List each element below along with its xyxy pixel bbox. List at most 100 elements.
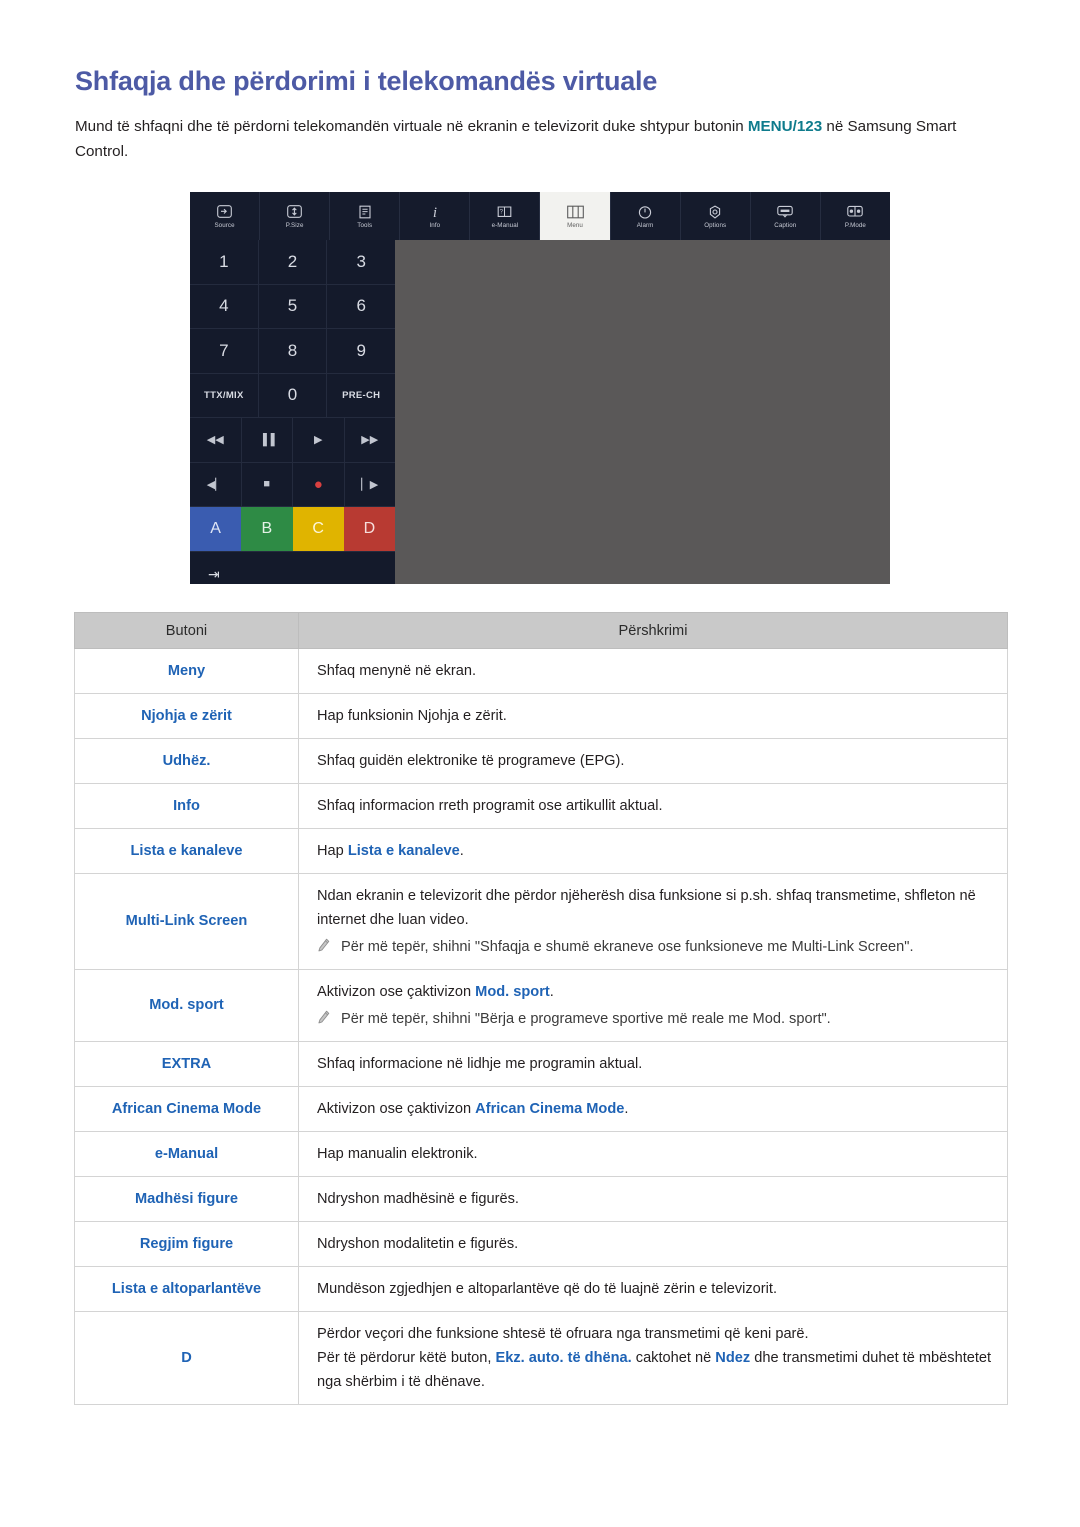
table-row: Info Shfaq informacion rreth programit o…	[74, 783, 1008, 829]
toolbar-item-options[interactable]: Options	[681, 192, 751, 240]
desc-link-mod-sport[interactable]: Mod. sport	[475, 984, 550, 1000]
table-row: EXTRA Shfaq informacione në lidhje me pr…	[74, 1041, 1008, 1087]
key-9[interactable]: 9	[327, 329, 395, 373]
desc-link-african-cinema-mode[interactable]: African Cinema Mode	[475, 1101, 624, 1117]
note-block: Për më tepër, shihni "Shfaqja e shumë ek…	[317, 935, 993, 959]
row-description: Përdor veçori dhe funksione shtesë të of…	[298, 1311, 1008, 1405]
table-row: Regjim figure Ndryshon modalitetin e fig…	[74, 1221, 1008, 1267]
toolbar-label: Info	[429, 222, 441, 229]
key-5[interactable]: 5	[259, 284, 328, 328]
fast-forward-icon[interactable]: ▶▶	[345, 418, 396, 462]
media-row-2: ◀▏ ■ ● ▏▶	[190, 462, 396, 507]
remote-toolbar: Source P.Size Tools i Info ? e-Manual Me…	[190, 192, 890, 240]
intro-paragraph: Mund të shfaqni dhe të përdorni telekoma…	[75, 114, 1010, 164]
key-1[interactable]: 1	[190, 240, 259, 284]
stop-icon[interactable]: ■	[242, 462, 293, 506]
row-description: Aktivizon ose çaktivizon African Cinema …	[298, 1086, 1008, 1132]
note-block: Për më tepër, shihni "Bërja e programeve…	[317, 1007, 993, 1031]
toolbar-item-tools[interactable]: Tools	[330, 192, 401, 240]
toolbar-item-psize[interactable]: P.Size	[260, 192, 331, 240]
table-row: Meny Shfaq menynë në ekran.	[74, 648, 1008, 694]
pencil-icon	[317, 1007, 337, 1025]
svg-text:i: i	[433, 205, 437, 220]
next-icon[interactable]: ▏▶	[345, 463, 396, 507]
alarm-icon	[638, 202, 652, 221]
pencil-icon	[317, 935, 337, 953]
toolbar-item-source[interactable]: Source	[190, 192, 261, 240]
row-button-label: Mod. sport	[74, 969, 299, 1042]
toolbar-item-menu[interactable]: Menu	[540, 192, 611, 240]
key-pre-ch[interactable]: PRE-CH	[327, 374, 395, 418]
row-description: Shfaq menynë në ekran.	[298, 648, 1008, 694]
key-3[interactable]: 3	[327, 240, 395, 284]
play-icon[interactable]: ▶	[293, 418, 345, 462]
desc-pre: Hap	[317, 843, 348, 859]
menu-icon	[566, 202, 584, 221]
picture-mode-icon	[847, 202, 864, 221]
toolbar-label: P.Mode	[844, 222, 866, 229]
previous-icon[interactable]: ◀▏	[190, 462, 242, 506]
toolbar-label: Caption	[774, 222, 797, 229]
desc-mid: caktohet në	[631, 1350, 716, 1366]
row-button-label: Lista e kanaleve	[74, 828, 299, 874]
color-button-a[interactable]: A	[190, 507, 242, 551]
table-row: Lista e kanaleve Hap Lista e kanaleve.	[74, 828, 1008, 874]
desc-link-ekz-auto-te-dhena[interactable]: Ekz. auto. të dhëna.	[495, 1350, 631, 1366]
tab-arrow-icon[interactable]: ⇥	[190, 552, 395, 597]
table-row: Mod. sport Aktivizon ose çaktivizon Mod.…	[74, 969, 1008, 1042]
toolbar-label: e-Manual	[491, 222, 519, 229]
row-description: Shfaq guidën elektronike të programeve (…	[298, 738, 1008, 784]
record-icon[interactable]: ●	[293, 462, 345, 506]
row-description: Aktivizon ose çaktivizon Mod. sport. Për…	[298, 969, 1008, 1042]
desc-post: .	[549, 984, 554, 1000]
rewind-icon[interactable]: ◀◀	[190, 418, 242, 462]
svg-text:?: ?	[500, 209, 504, 215]
toolbar-item-e-manual[interactable]: ? e-Manual	[470, 192, 541, 240]
toolbar-item-caption[interactable]: Caption	[751, 192, 821, 240]
color-button-c[interactable]: C	[292, 507, 344, 551]
key-6[interactable]: 6	[327, 285, 395, 329]
pause-icon[interactable]: ▐▐	[242, 418, 293, 462]
desc-post: .	[459, 843, 464, 859]
remote-keypad-panel: 1 2 3 4 5 6 7 8 9 TTX/MIX 0 PRE-CH ◀◀ ▐▐…	[190, 240, 395, 584]
row-button-label: Regjim figure	[74, 1221, 299, 1267]
desc-post: .	[624, 1101, 629, 1117]
table-row: African Cinema Mode Aktivizon ose çaktiv…	[74, 1086, 1008, 1132]
key-2[interactable]: 2	[259, 240, 328, 284]
toolbar-label: Alarm	[636, 222, 654, 229]
row-description: Ndryshon modalitetin e figurës.	[298, 1221, 1008, 1267]
desc-pre: Aktivizon ose çaktivizon	[317, 1101, 476, 1117]
keypad-row: TTX/MIX 0 PRE-CH	[190, 373, 395, 418]
row-button-label: EXTRA	[74, 1041, 299, 1087]
key-8[interactable]: 8	[259, 329, 328, 373]
document-page: Shfaqja dhe përdorimi i telekomandës vir…	[0, 0, 1080, 1527]
row-button-label: e-Manual	[74, 1131, 299, 1177]
keypad-row: 7 8 9	[190, 329, 395, 374]
row-description: Ndryshon madhësinë e figurës.	[298, 1176, 1008, 1222]
column-header-description: Përshkrimi	[298, 612, 1008, 649]
key-7[interactable]: 7	[190, 329, 259, 373]
note-text: Për më tepër, shihni "Bërja e programeve…	[341, 1011, 831, 1027]
toolbar-item-pmode[interactable]: P.Mode	[821, 192, 890, 240]
desc-pre: Për të përdorur këtë buton,	[317, 1350, 496, 1366]
color-button-b[interactable]: B	[241, 507, 293, 551]
row-button-label: Njohja e zërit	[74, 693, 299, 739]
color-button-d[interactable]: D	[343, 507, 395, 551]
options-gear-icon	[708, 202, 722, 221]
key-ttx-mix[interactable]: TTX/MIX	[190, 373, 259, 417]
keypad-row: 1 2 3	[190, 240, 395, 285]
toolbar-label: Options	[704, 222, 727, 229]
key-0[interactable]: 0	[259, 373, 328, 417]
desc-link-ndez[interactable]: Ndez	[715, 1350, 750, 1366]
toolbar-item-info[interactable]: i Info	[400, 192, 471, 240]
desc-link-lista-e-kanaleve[interactable]: Lista e kanaleve	[348, 843, 460, 859]
toolbar-item-alarm[interactable]: Alarm	[611, 192, 681, 240]
row-description: Hap funksionin Njohja e zërit.	[298, 693, 1008, 739]
bottom-row: ⇥	[190, 552, 395, 597]
keypad-row: 4 5 6	[190, 284, 395, 329]
row-button-label: Madhësi figure	[74, 1176, 299, 1222]
table-row: Madhësi figure Ndryshon madhësinë e figu…	[74, 1176, 1008, 1222]
table-header-row: Butoni Përshkrimi	[74, 612, 1008, 649]
button-description-table: Butoni Përshkrimi Meny Shfaq menynë në e…	[74, 612, 1008, 1405]
key-4[interactable]: 4	[190, 284, 259, 328]
